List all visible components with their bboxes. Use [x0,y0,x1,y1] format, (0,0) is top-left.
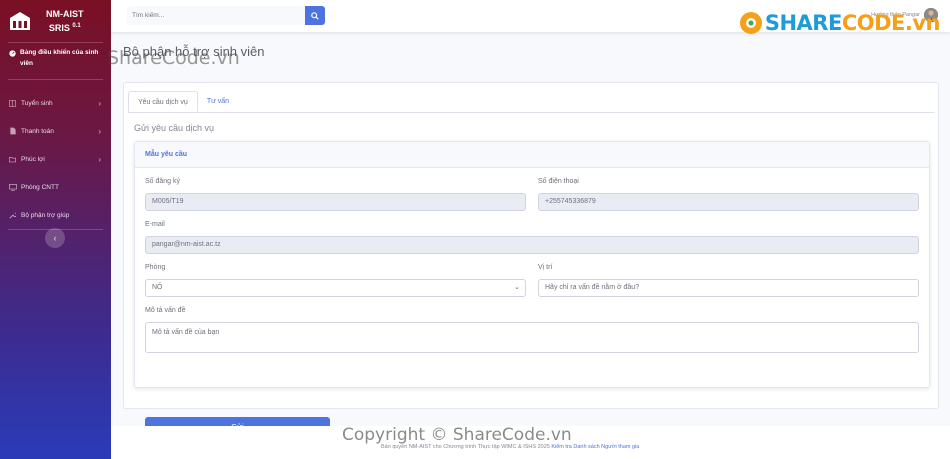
description-textarea[interactable]: Mô tả vấn đề của bạn [145,322,919,353]
watermark-share: SHARE [764,11,842,35]
sidebar-item-welfare[interactable]: Phúc lợi › [0,145,111,173]
sidebar-item-label: Tuyển sinh [21,99,53,107]
room-select-value: NỎ [152,284,163,291]
main-card: Yêu cầu dịch vụ Tư vấn Gửi yêu cầu dịch … [123,82,939,436]
reg-number-field[interactable]: M005/T19 [145,193,526,211]
brand-version: 0.1 [72,23,81,29]
sidebar-item-admissions[interactable]: Tuyển sinh › [0,89,111,117]
form-header: Mẫu yêu cầu [135,142,929,168]
wrench-icon [8,211,17,219]
chevron-right-icon: › [98,126,101,136]
sharecode-logo-icon [739,12,762,34]
sidebar-item-payment[interactable]: Thanh toán › [0,117,111,145]
sidebar-item-label: Phúc lợi [21,155,45,163]
sidebar-item-label: Bộ phận trợ giúp [21,211,70,219]
sidebar-item-label: Thanh toán [21,127,54,135]
phone-field[interactable]: +255745336879 [538,193,919,211]
sidebar-item-it-room[interactable]: Phòng CNTT [0,173,111,201]
email-field[interactable]: pangar@nm-aist.ac.tz [145,236,919,254]
columns-icon [8,99,17,107]
search-button[interactable] [305,6,325,25]
chevron-left-icon: ‹ [53,233,57,243]
search-bar [127,6,325,25]
university-logo-icon [8,10,32,32]
watermark-code: CODE.vn [841,11,941,35]
sidebar: NM-AIST SRIS 0.1 Bảng điều khiển của sin… [0,0,111,459]
chevron-down-icon: ⌄ [514,284,520,291]
chevron-right-icon: › [98,98,101,108]
brand-text: NM-AIST SRIS 0.1 [46,8,84,34]
folder-icon [8,155,17,163]
sidebar-toggle-button[interactable]: ‹ [45,228,65,248]
brand-name: NM-AIST [46,9,84,19]
sidebar-item-help-desk[interactable]: Bộ phận trợ giúp [0,201,111,229]
watermark-copyright: Copyright © ShareCode.vn [342,425,572,445]
section-title: Gửi yêu cầu dịch vụ [134,123,215,133]
search-icon [311,11,319,20]
desc-label: Mô tả vấn đề [145,307,186,314]
monitor-icon [8,183,17,191]
file-icon [8,127,17,135]
brand[interactable]: NM-AIST SRIS 0.1 [0,0,111,42]
brand-sub: SRIS [48,23,70,33]
phone-label: Số điện thoại [538,178,579,185]
sidebar-item-label: Phòng CNTT [21,183,59,191]
location-input[interactable]: Hãy chỉ ra vấn đề nằm ở đâu? [538,279,919,297]
tab-service-request[interactable]: Yêu cầu dịch vụ [128,91,198,112]
sidebar-item-label: Bảng điều khiển của sinh viên [20,49,99,67]
location-label: Vị trí [538,264,553,271]
dashboard-icon [8,49,16,57]
reg-label: Số đăng ký [145,178,181,185]
tabs-divider [128,112,934,113]
room-select[interactable]: NỎ ⌄ [145,279,526,297]
watermark-overlay: ShareCode.vn [107,47,240,69]
chevron-right-icon: › [98,154,101,164]
tab-consulting[interactable]: Tư vấn [198,91,238,112]
sidebar-item-dashboard[interactable]: Bảng điều khiển của sinh viên [0,47,111,79]
request-form: Mẫu yêu cầu Số đăng ký M005/T19 Số điện … [134,141,930,436]
search-input[interactable] [127,6,305,25]
tabs: Yêu cầu dịch vụ Tư vấn [128,91,238,112]
room-label: Phòng [145,264,166,271]
watermark-logo: SHARECODE.vn [739,11,941,35]
email-label: E-mail [145,221,165,228]
